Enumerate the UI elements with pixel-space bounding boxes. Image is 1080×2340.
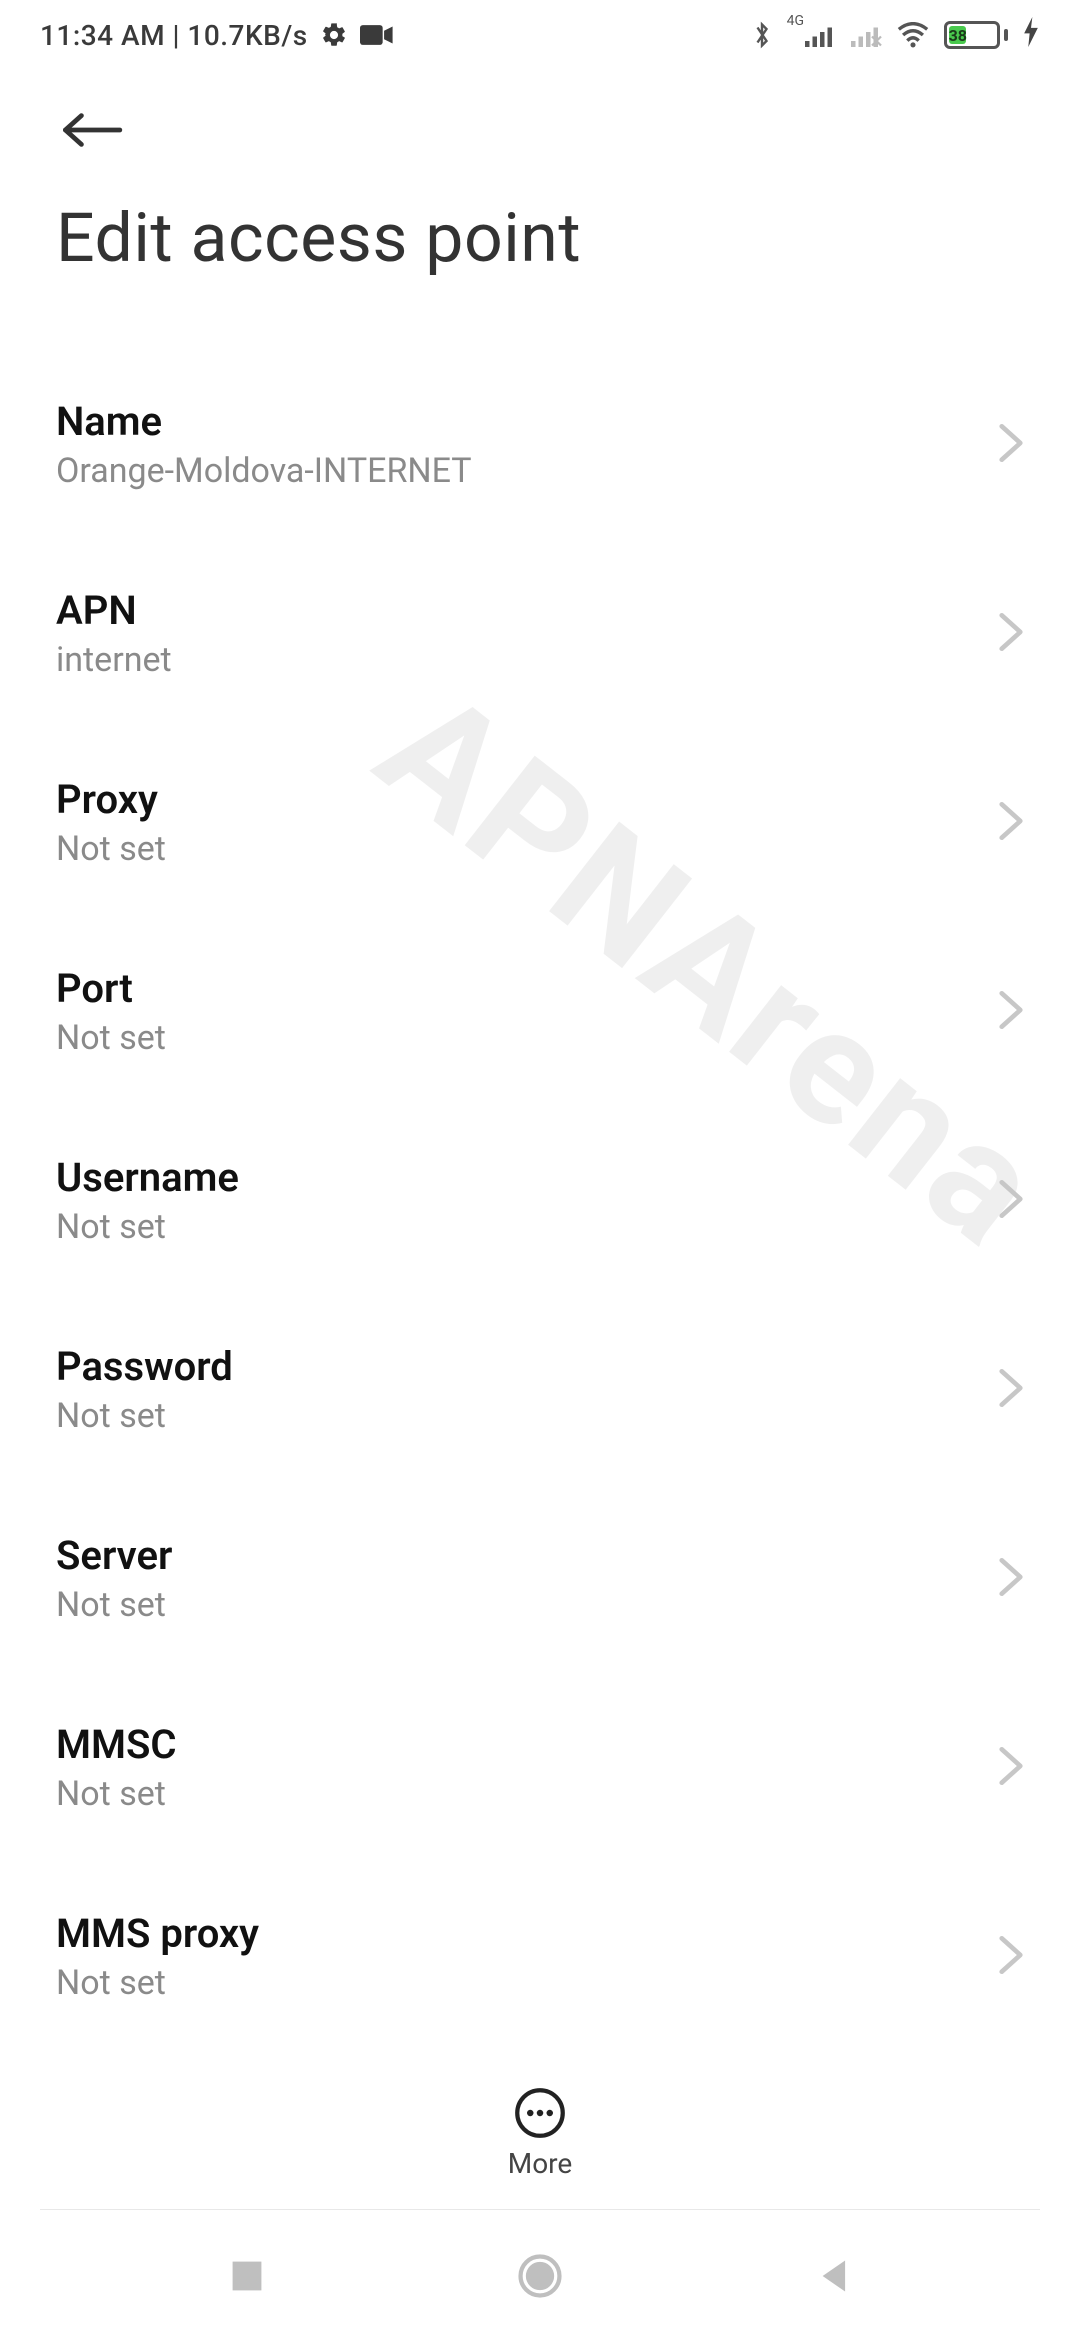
toolbar-divider [40, 2209, 1040, 2210]
setting-label: Server [56, 1532, 172, 1579]
status-time-speed: 11:34 AM | 10.7KB/s [40, 19, 308, 52]
nav-home-button[interactable] [505, 2241, 575, 2311]
settings-scroll[interactable]: Name Orange-Moldova-INTERNET APN interne… [0, 350, 1080, 2120]
setting-value: Not set [56, 1396, 233, 1436]
setting-label: Proxy [56, 776, 166, 823]
setting-value: Not set [56, 1207, 239, 1247]
nav-back-button[interactable] [798, 2241, 868, 2311]
setting-row-server[interactable]: Server Not set [56, 1484, 1024, 1673]
more-icon [514, 2087, 566, 2139]
chevron-right-icon [998, 611, 1024, 657]
setting-row-password[interactable]: Password Not set [56, 1295, 1024, 1484]
setting-label: Password [56, 1343, 233, 1390]
settings-list: Name Orange-Moldova-INTERNET APN interne… [0, 350, 1080, 2051]
circle-icon [517, 2253, 563, 2299]
setting-row-apn[interactable]: APN internet [56, 539, 1024, 728]
charging-icon [1022, 17, 1040, 53]
more-label: More [508, 2147, 573, 2180]
chevron-right-icon [998, 1934, 1024, 1980]
setting-value: Not set [56, 1774, 177, 1814]
signal-4g-label: 4G [787, 13, 804, 37]
status-left: 11:34 AM | 10.7KB/s [40, 19, 394, 52]
setting-row-mmsc[interactable]: MMSC Not set [56, 1673, 1024, 1862]
nav-bar [0, 2212, 1080, 2340]
setting-label: Username [56, 1154, 239, 1201]
setting-label: Port [56, 965, 166, 1012]
setting-label: Name [56, 398, 472, 445]
setting-row-username[interactable]: Username Not set [56, 1106, 1024, 1295]
signal-sim2-icon [850, 23, 882, 47]
setting-value: Not set [56, 1585, 172, 1625]
chevron-right-icon [998, 989, 1024, 1035]
setting-label: MMSC [56, 1721, 177, 1768]
battery-percent: 38 [949, 26, 966, 44]
chevron-right-icon [998, 800, 1024, 846]
back-button[interactable] [56, 95, 126, 165]
bluetooth-icon [751, 20, 773, 50]
setting-row-proxy[interactable]: Proxy Not set [56, 728, 1024, 917]
chevron-right-icon [998, 1556, 1024, 1602]
setting-row-mms-proxy[interactable]: MMS proxy Not set [56, 1862, 1024, 2051]
square-icon [229, 2258, 265, 2294]
status-right: 4G 38 [751, 17, 1040, 53]
status-bar: 11:34 AM | 10.7KB/s 4G 38 [0, 0, 1080, 70]
arrow-left-icon [59, 110, 123, 150]
chevron-right-icon [998, 1745, 1024, 1791]
more-button[interactable] [512, 2085, 568, 2141]
nav-recents-button[interactable] [212, 2241, 282, 2311]
wifi-icon [896, 22, 930, 48]
setting-label: MMS proxy [56, 1910, 259, 1957]
signal-sim1-icon: 4G [787, 23, 836, 47]
setting-value: Not set [56, 829, 166, 869]
chevron-right-icon [998, 1367, 1024, 1413]
camera-icon [360, 23, 394, 47]
setting-value: Not set [56, 1963, 259, 2003]
page-title: Edit access point [0, 190, 1080, 350]
setting-value: Not set [56, 1018, 166, 1058]
gear-icon [320, 21, 348, 49]
setting-value: internet [56, 640, 172, 680]
chevron-right-icon [998, 1178, 1024, 1224]
setting-row-port[interactable]: Port Not set [56, 917, 1024, 1106]
chevron-right-icon [998, 422, 1024, 468]
setting-label: APN [56, 587, 172, 634]
triangle-left-icon [816, 2257, 850, 2295]
setting-row-name[interactable]: Name Orange-Moldova-INTERNET [56, 350, 1024, 539]
header-bar [0, 70, 1080, 190]
setting-value: Orange-Moldova-INTERNET [56, 451, 472, 491]
bottom-toolbar: More [0, 2052, 1080, 2212]
battery-indicator: 38 [944, 21, 1008, 49]
